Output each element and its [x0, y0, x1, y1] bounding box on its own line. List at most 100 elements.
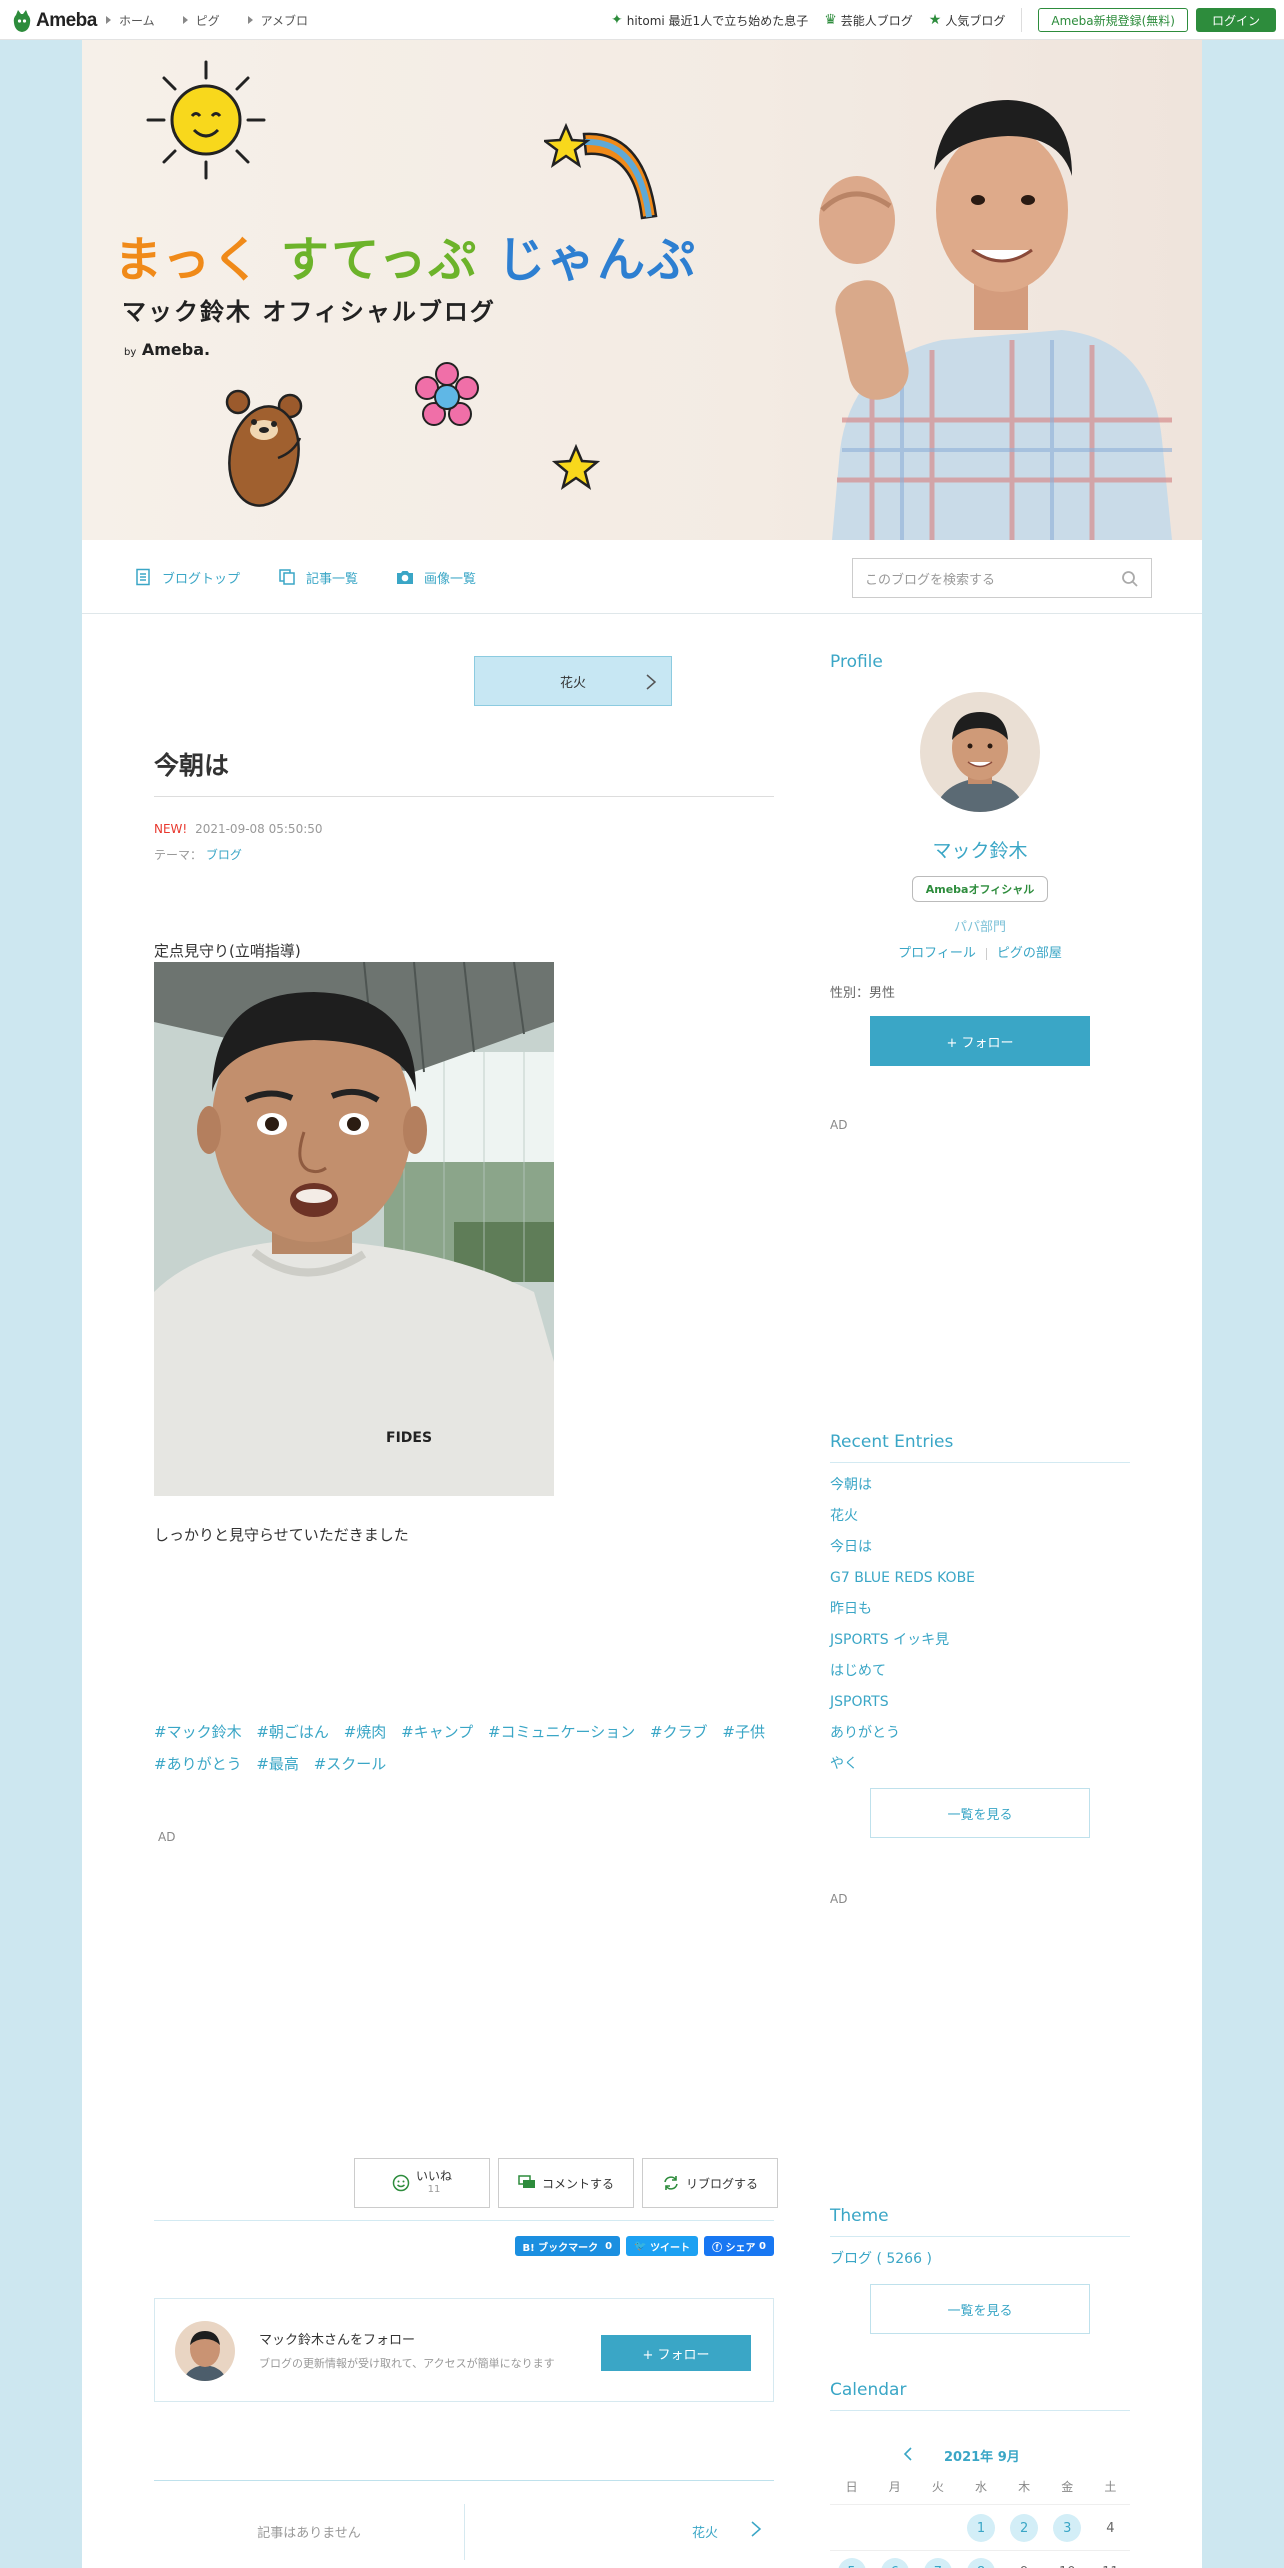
prev-entry-button[interactable]: 花火 — [474, 656, 672, 706]
blog-search-input[interactable]: このブログを検索する — [852, 558, 1152, 598]
profile-avatar[interactable] — [920, 692, 1040, 812]
follow-box: マック鈴木さんをフォロー ブログの更新情報が受け取れて、アクセスが簡単になります… — [154, 2298, 774, 2402]
tweet-button[interactable]: 🐦 ツイート — [626, 2236, 699, 2256]
nav-entry-list[interactable]: 記事一覧 — [278, 568, 358, 587]
banner-by-brand: Ameba. — [141, 340, 211, 359]
calendar-day[interactable]: 2 — [1003, 2514, 1046, 2542]
hashtag[interactable]: #朝ごはん — [256, 1723, 329, 1741]
pager-next-link[interactable]: 花火 — [692, 2522, 718, 2541]
blog-container: まっく すてっぷ じゃんぷ マック鈴木 オフィシャルブログ by Ameba. — [82, 40, 1202, 2568]
reblog-button[interactable]: リブログする — [642, 2158, 778, 2208]
theme-divider — [830, 2236, 1130, 2237]
hashtag[interactable]: #コミュニケーション — [488, 1723, 635, 1741]
celebrity-blog-link[interactable]: ♛ 芸能人ブログ — [824, 12, 913, 29]
recent-entry-link[interactable]: G7 BLUE REDS KOBE — [830, 1567, 975, 1598]
calendar-day[interactable]: 7 — [916, 2558, 959, 2568]
recent-entry-link[interactable]: JSPORTS イッキ見 — [830, 1629, 975, 1660]
profile-heading: Profile — [830, 652, 883, 672]
calendar-day-number: 4 — [1106, 2520, 1115, 2536]
weekday-label: 木 — [1018, 2479, 1031, 2494]
nav-pigg[interactable]: ピグ — [183, 12, 220, 29]
sun-illustration — [146, 60, 266, 180]
link-separator — [985, 947, 987, 960]
comment-button[interactable]: コメントする — [498, 2158, 634, 2208]
weekday-label: 土 — [1104, 2479, 1117, 2494]
profile-link[interactable]: プロフィール — [898, 946, 976, 961]
camera-icon — [397, 571, 414, 584]
shooting-star-illustration — [544, 122, 658, 220]
hashtag[interactable]: #スクール — [314, 1755, 387, 1773]
facebook-share-button[interactable]: ⓕ シェア 0 — [704, 2236, 774, 2256]
hashtag[interactable]: #マック鈴木 — [154, 1723, 242, 1741]
blog-nav-items: ブログトップ 記事一覧 画像一覧 — [134, 540, 476, 614]
article-title[interactable]: 今朝は — [154, 746, 229, 782]
hashtag[interactable]: #最高 — [256, 1755, 299, 1773]
ameba-logo[interactable]: Ameba — [12, 8, 97, 34]
theme-item-link[interactable]: ブログ ( 5266 ) — [830, 2248, 932, 2268]
register-button[interactable]: Ameba新規登録(無料) — [1038, 8, 1188, 32]
hatena-bookmark-count: 0 — [605, 2240, 613, 2252]
banner-title-part1: まっく — [114, 232, 263, 288]
smile-icon — [392, 2174, 410, 2192]
calendar-day-number: 10 — [1053, 2558, 1081, 2568]
theme-link[interactable]: ブログ — [206, 848, 242, 862]
calendar-day-number: 9 — [1010, 2558, 1038, 2568]
chevron-left-icon[interactable] — [902, 2446, 914, 2462]
follow-button[interactable]: + フォロー — [601, 2335, 751, 2371]
blog-banner[interactable]: まっく すてっぷ じゃんぷ マック鈴木 オフィシャルブログ by Ameba. — [82, 40, 1202, 540]
calendar-day[interactable]: 3 — [1046, 2514, 1089, 2542]
reaction-buttons: いいね 11 コメントする リブログする — [354, 2158, 778, 2208]
like-button[interactable]: いいね 11 — [354, 2158, 490, 2208]
theme-more-button[interactable]: 一覧を見る — [870, 2284, 1090, 2334]
reblog-icon — [664, 2176, 678, 2190]
calendar-day-empty — [916, 2514, 959, 2542]
hashtag[interactable]: #ありがとう — [154, 1755, 242, 1773]
recent-entry-link[interactable]: JSPORTS — [830, 1691, 975, 1722]
article-photo[interactable]: FIDES — [154, 962, 554, 1496]
recent-entry-link[interactable]: 花火 — [830, 1505, 975, 1536]
profile-sex: 性別：男性 — [830, 986, 896, 1001]
search-icon[interactable] — [1121, 570, 1139, 588]
recent-entry-link[interactable]: 今日は — [830, 1536, 975, 1567]
profile-category[interactable]: パパ部門 — [830, 916, 1130, 935]
calendar-day[interactable]: 1 — [959, 2514, 1002, 2542]
hashtag[interactable]: #子供 — [722, 1723, 765, 1741]
chevron-right-icon[interactable] — [750, 2520, 762, 2538]
calendar-day[interactable]: 5 — [830, 2558, 873, 2568]
recent-entry-link[interactable]: やく — [830, 1753, 975, 1784]
nav-home[interactable]: ホーム — [106, 12, 155, 29]
banner-title: まっく すてっぷ じゃんぷ — [114, 220, 697, 290]
recent-entry-link[interactable]: 今朝は — [830, 1474, 975, 1505]
hashtag[interactable]: #キャンプ — [401, 1723, 473, 1741]
calendar-day[interactable]: 8 — [959, 2558, 1002, 2568]
recent-entry-link[interactable]: ありがとう — [830, 1722, 975, 1753]
login-button[interactable]: ログイン — [1195, 8, 1276, 32]
sidebar-follow-button[interactable]: + フォロー — [870, 1016, 1090, 1066]
calendar-day-number: 11 — [1096, 2558, 1124, 2568]
article-date: 2021-09-08 05:50:50 — [195, 822, 323, 836]
calendar-heading: Calendar — [830, 2380, 907, 2400]
recent-entries-more-button[interactable]: 一覧を見る — [870, 1788, 1090, 1838]
banner-by-ameba: by Ameba. — [124, 340, 210, 359]
nav-ameblo[interactable]: アメブロ — [248, 12, 308, 29]
banner-title-part3: じゃんぷ — [497, 232, 698, 288]
hashtag[interactable]: #クラブ — [650, 1723, 708, 1741]
recent-entries-heading: Recent Entries — [830, 1432, 954, 1452]
recent-entry-link[interactable]: 昨日も — [830, 1598, 975, 1629]
nav-image-list[interactable]: 画像一覧 — [396, 568, 476, 587]
pigg-room-link[interactable]: ピグの部屋 — [997, 946, 1062, 961]
trending-link[interactable]: ✦ hitomi 最近1人で立ち始めた息子 — [611, 12, 808, 29]
hashtag[interactable]: #焼肉 — [344, 1723, 387, 1741]
author-avatar[interactable] — [175, 2321, 235, 2381]
popular-blog-link[interactable]: ★ 人気ブログ — [929, 12, 1006, 29]
calendar-day-empty — [830, 2514, 873, 2542]
calendar-day[interactable]: 6 — [873, 2558, 916, 2568]
calendar-day-empty — [873, 2514, 916, 2542]
recent-entry-link[interactable]: はじめて — [830, 1660, 975, 1691]
calendar-day-number: 3 — [1053, 2514, 1082, 2542]
hatena-bookmark-button[interactable]: B! ブックマーク 0 — [514, 2236, 621, 2256]
profile-name[interactable]: マック鈴木 — [830, 836, 1130, 863]
twitter-icon: 🐦 — [634, 2240, 647, 2252]
calendar-day-number: 7 — [923, 2558, 952, 2568]
nav-blog-top[interactable]: ブログトップ — [134, 568, 240, 587]
